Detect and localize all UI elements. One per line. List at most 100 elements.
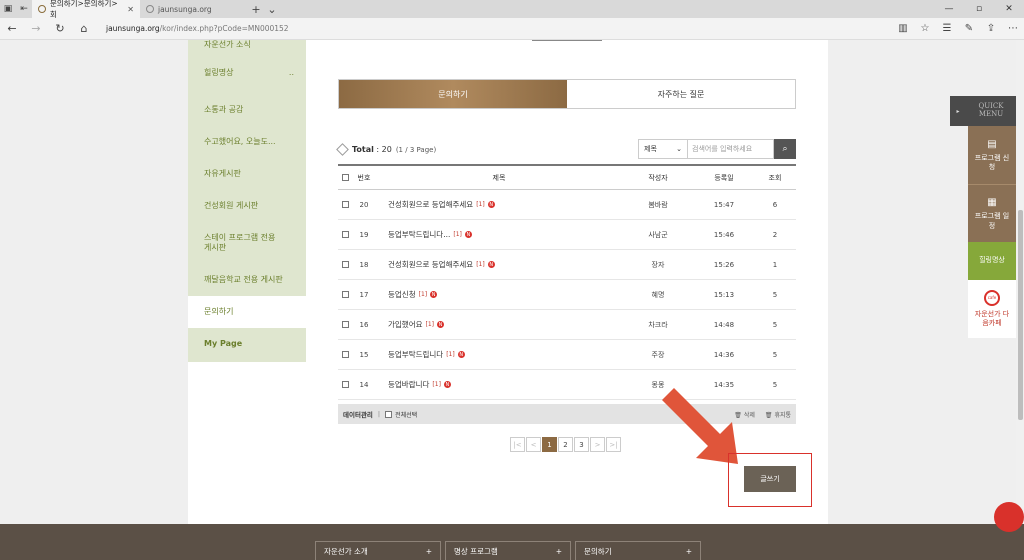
select-all-checkbox[interactable] <box>341 174 349 181</box>
row-views: 6 <box>772 200 778 209</box>
new-tab-icon[interactable]: + <box>248 0 264 18</box>
reading-view-icon[interactable]: ▥ <box>892 23 914 34</box>
comment-count: [1] <box>453 231 462 238</box>
browser-tab[interactable]: jaunsunga.org <box>140 0 248 18</box>
url-field[interactable]: jaunsunga.org/kor/index.php?pCode=MN0001… <box>106 24 886 33</box>
post-title-link[interactable]: 등업부탁드립니다... <box>388 229 450 240</box>
close-tab-icon[interactable]: ✕ <box>127 5 134 14</box>
row-number: 14 <box>359 380 369 389</box>
row-checkbox[interactable] <box>341 291 349 298</box>
row-checkbox[interactable] <box>341 261 349 268</box>
row-date: 15:46 <box>713 230 735 239</box>
tab-list-chevron-icon[interactable]: ⌄ <box>264 0 280 18</box>
footer-menu-about[interactable]: 자운선가 소개 + <box>315 541 441 560</box>
table-row[interactable]: 18 건성회원으로 등업해주세요 [1] N 장자 15:26 1 <box>338 250 796 280</box>
sidebar-item-stay-board[interactable]: 스테이 프로그램 전용 게시판 <box>188 222 306 264</box>
post-title-link[interactable]: 등업부탁드립니다 <box>388 349 443 360</box>
favorite-star-icon[interactable]: ☆ <box>914 23 936 34</box>
search-input[interactable]: 검색어를 입력하세요 <box>688 139 774 159</box>
search-field-select[interactable]: 제목 ⌄ <box>638 139 688 159</box>
row-date: 14:36 <box>713 350 735 359</box>
divider <box>532 40 602 41</box>
table-row[interactable]: 16 가입했어요 [1] N 차크라 14:48 5 <box>338 310 796 340</box>
quick-program-schedule[interactable]: ▦ 프로그램 일정 <box>968 184 1016 242</box>
forward-icon[interactable]: → <box>24 22 48 35</box>
chevron-down-icon: ⌄ <box>676 145 682 153</box>
footer-menu-inquiry[interactable]: 문의하기 + <box>575 541 701 560</box>
row-number: 16 <box>359 320 369 329</box>
comment-count: [1] <box>418 291 428 298</box>
table-row[interactable]: 15 등업부탁드립니다 [1] N 주장 14:36 5 <box>338 340 796 370</box>
checkbox[interactable] <box>385 410 393 418</box>
floating-button[interactable] <box>994 502 1024 532</box>
quick-program-apply[interactable]: ▤ 프로그램 신청 <box>968 126 1016 184</box>
write-button[interactable]: 글쓰기 <box>744 466 796 492</box>
table-row[interactable]: 19 등업부탁드립니다... [1] N 사남군 15:46 2 <box>338 220 796 250</box>
row-checkbox[interactable] <box>341 381 349 388</box>
row-checkbox[interactable] <box>341 321 349 328</box>
post-title-link[interactable]: 가입했어요 <box>388 319 423 330</box>
more-icon[interactable]: ⋯ <box>1002 23 1024 34</box>
quick-healing[interactable]: 힐링명상 <box>968 242 1016 280</box>
first-page-button[interactable]: |< <box>510 437 525 452</box>
web-page: 자운선가 소식 힐링명상.. 소통과 공감 수고했어요, 오늘도... 자유게시… <box>0 40 1024 560</box>
footer: 자운선가 소개 + 명상 프로그램 + 문의하기 + <box>0 524 1024 560</box>
next-page-button[interactable]: > <box>590 437 605 452</box>
back-icon[interactable]: ← <box>0 22 24 35</box>
page-3[interactable]: 3 <box>574 437 589 452</box>
page-2[interactable]: 2 <box>558 437 573 452</box>
sidebar-item-free-board[interactable]: 자유게시판 <box>188 158 306 190</box>
column-date: 등록일 <box>714 173 734 182</box>
tab-actions-icon[interactable]: ▣ <box>0 0 16 18</box>
search-button[interactable]: ⌕ <box>774 139 796 159</box>
browser-tabbar: ▣ ⇤ 문의하기>문의하기>회 ✕ jaunsunga.org + ⌄ — ▫ … <box>0 0 1024 19</box>
sidebar-item-member-board[interactable]: 건성회원 게시판 <box>188 190 306 222</box>
scroll-thumb[interactable] <box>1018 210 1023 420</box>
home-icon[interactable]: ⌂ <box>72 22 96 35</box>
last-page-button[interactable]: >| <box>606 437 621 452</box>
sidebar-item-news[interactable]: 자운선가 소식 <box>188 40 306 52</box>
table-row[interactable]: 17 등업신청 [1] N 혜명 15:13 5 <box>338 280 796 310</box>
footer-menu-program[interactable]: 명상 프로그램 + <box>445 541 571 560</box>
row-date: 15:47 <box>713 200 735 209</box>
post-title-link[interactable]: 건성회원으로 등업해주세요 <box>388 199 473 210</box>
row-checkbox[interactable] <box>341 201 349 208</box>
favorites-hub-icon[interactable]: ☰ <box>936 23 958 34</box>
trash-bin-action[interactable]: 🗑 휴지통 <box>765 410 791 419</box>
refresh-icon[interactable]: ↻ <box>48 22 72 35</box>
browser-tab-active[interactable]: 문의하기>문의하기>회 ✕ <box>32 0 140 19</box>
post-title-link[interactable]: 등업바랍니다 <box>388 379 429 390</box>
prev-page-button[interactable]: < <box>526 437 541 452</box>
sidebar-item-school-board[interactable]: 깨달음학교 전용 게시판 <box>188 264 306 296</box>
comment-count: [1] <box>476 201 485 208</box>
page-scrollbar[interactable] <box>1016 40 1024 560</box>
new-badge-icon: N <box>457 351 465 358</box>
table-row[interactable]: 20 건성회원으로 등업해주세요 [1] N 봄바람 15:47 6 <box>338 190 796 220</box>
sidebar-item-mypage[interactable]: My Page <box>188 328 306 360</box>
sidebar-item-communication[interactable]: 소통과 공감 <box>188 94 306 126</box>
minimize-icon[interactable]: — <box>934 0 964 18</box>
board-table: 번호 제목 작성자 등록일 조회 20 건성회원으로 등업해주세요 [1] N 봄바람 1… <box>338 164 796 400</box>
select-all-toggle[interactable]: 전체선택 <box>385 410 417 419</box>
page-1[interactable]: 1 <box>542 437 557 452</box>
tab-inquiry[interactable]: 문의하기 <box>339 80 567 108</box>
row-date: 15:13 <box>713 290 735 299</box>
tab-faq[interactable]: 자주하는 질문 <box>567 80 795 108</box>
collapse-arrow-icon[interactable]: ▸ <box>950 108 966 115</box>
sidebar-item-healing[interactable]: 힐링명상.. <box>188 52 306 94</box>
row-views: 2 <box>772 230 778 239</box>
maximize-icon[interactable]: ▫ <box>964 0 994 18</box>
quick-menu-header[interactable]: ▸ QUICK MENU <box>950 96 1016 126</box>
share-icon[interactable]: ⇪ <box>980 23 1002 34</box>
set-aside-tabs-icon[interactable]: ⇤ <box>16 0 32 18</box>
row-checkbox[interactable] <box>341 231 349 238</box>
post-title-link[interactable]: 건성회원으로 등업해주세요 <box>388 259 473 270</box>
sidebar-item-inquiry[interactable]: 문의하기 <box>188 296 306 328</box>
close-window-icon[interactable]: ✕ <box>994 0 1024 18</box>
post-title-link[interactable]: 등업신청 <box>388 289 416 300</box>
notes-pen-icon[interactable]: ✎ <box>958 23 980 34</box>
new-badge-icon: N <box>430 291 438 298</box>
sidebar-item-good-job[interactable]: 수고했어요, 오늘도... <box>188 126 306 158</box>
row-checkbox[interactable] <box>341 351 349 358</box>
quick-daum-cafe[interactable]: cafe 자운선가 다음카페 <box>968 280 1016 338</box>
